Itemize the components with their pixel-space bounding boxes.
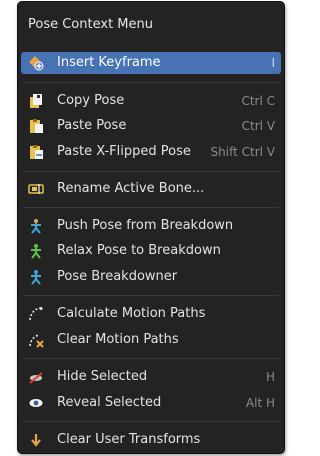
hide-icon xyxy=(28,369,44,385)
menu-item-label: Relax Pose to Breakdown xyxy=(57,243,221,258)
clear-motion-path-icon xyxy=(28,332,44,348)
menu-item-label: Reveal Selected xyxy=(57,395,162,410)
menu-item-push-pose[interactable]: Push Pose from Breakdown xyxy=(21,215,281,237)
menu-item-pose-breakdowner[interactable]: Pose Breakdowner xyxy=(21,266,281,288)
menu-item-shortcut: Ctrl C xyxy=(241,94,275,108)
menu-item-clear-user-transforms[interactable]: Clear User Transforms xyxy=(21,429,281,451)
separator xyxy=(23,171,279,172)
separator xyxy=(23,421,279,422)
paste-pose-icon xyxy=(28,118,44,134)
menu-item-reveal-selected[interactable]: Reveal Selected Alt H xyxy=(21,392,281,414)
menu-item-shortcut: Ctrl V xyxy=(241,119,275,133)
menu-item-shortcut: Alt H xyxy=(245,396,275,410)
menu-item-copy-pose[interactable]: Copy Pose Ctrl C xyxy=(21,90,281,112)
menu-title: Pose Context Menu xyxy=(28,17,153,32)
menu-item-label: Insert Keyframe xyxy=(57,55,161,70)
separator xyxy=(23,295,279,296)
pose-context-menu: Pose Context Menu Insert Keyframe I Copy… xyxy=(17,1,285,454)
separator xyxy=(23,82,279,83)
menu-item-label: Paste X-Flipped Pose xyxy=(57,144,191,159)
menu-item-hide-selected[interactable]: Hide Selected H xyxy=(21,366,281,388)
push-pose-icon xyxy=(28,218,44,234)
clear-transform-icon xyxy=(28,432,44,448)
separator xyxy=(23,207,279,208)
keyframe-insert-icon xyxy=(28,55,44,71)
menu-item-label: Calculate Motion Paths xyxy=(57,306,206,321)
menu-item-shortcut: Shift Ctrl V xyxy=(210,145,275,159)
menu-item-relax-pose[interactable]: Relax Pose to Breakdown xyxy=(21,240,281,262)
menu-item-paste-x-flipped-pose[interactable]: Paste X-Flipped Pose Shift Ctrl V xyxy=(21,141,281,163)
reveal-icon xyxy=(28,395,44,411)
menu-item-label: Clear Motion Paths xyxy=(57,332,179,347)
paste-flipped-pose-icon xyxy=(28,144,44,160)
menu-item-label: Paste Pose xyxy=(57,118,127,133)
menu-item-label: Push Pose from Breakdown xyxy=(57,218,234,233)
copy-pose-icon xyxy=(28,93,44,109)
menu-item-insert-keyframe[interactable]: Insert Keyframe I xyxy=(21,52,281,74)
rename-bone-icon xyxy=(28,181,44,197)
separator xyxy=(23,358,279,359)
menu-item-shortcut: I xyxy=(271,56,275,70)
menu-item-shortcut: H xyxy=(265,370,275,384)
menu-item-label: Hide Selected xyxy=(57,369,148,384)
menu-item-label: Rename Active Bone... xyxy=(57,181,205,196)
menu-item-label: Copy Pose xyxy=(57,93,125,108)
menu-item-label: Clear User Transforms xyxy=(57,432,201,447)
menu-item-clear-motion-paths[interactable]: Clear Motion Paths xyxy=(21,329,281,351)
motion-path-icon xyxy=(28,306,44,322)
menu-item-rename-active-bone[interactable]: Rename Active Bone... xyxy=(21,178,281,200)
pose-breakdowner-icon xyxy=(28,269,44,285)
relax-pose-icon xyxy=(28,243,44,259)
menu-item-label: Pose Breakdowner xyxy=(57,269,178,284)
menu-item-calculate-motion-paths[interactable]: Calculate Motion Paths xyxy=(21,303,281,325)
menu-item-paste-pose[interactable]: Paste Pose Ctrl V xyxy=(21,115,281,137)
